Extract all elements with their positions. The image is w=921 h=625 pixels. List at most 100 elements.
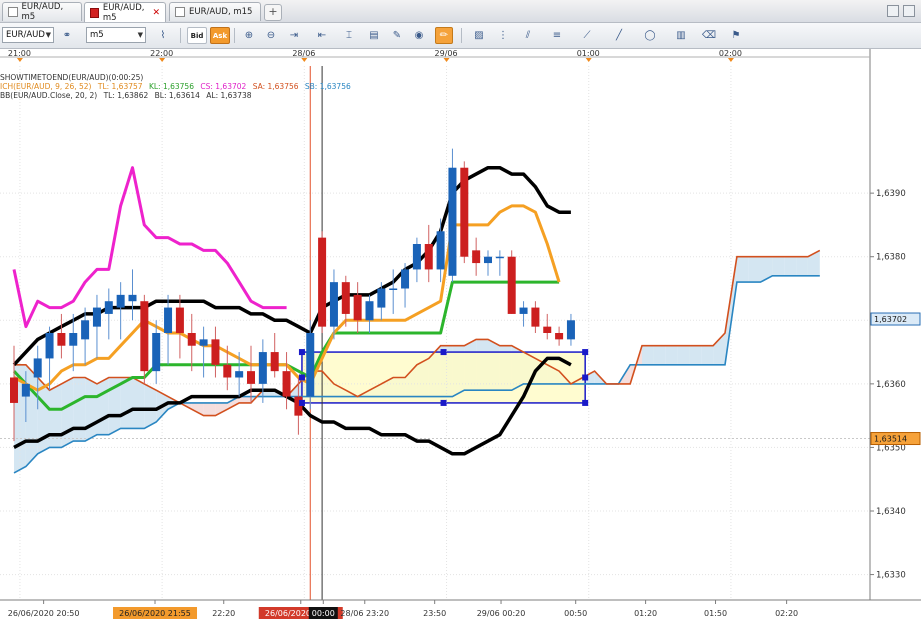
templates-icon[interactable]: ⚑ <box>727 27 745 44</box>
candle-body <box>460 167 469 257</box>
image-icon[interactable]: ▨ <box>470 27 488 44</box>
chart-tab-icon-red <box>90 7 99 18</box>
candle-body <box>472 250 481 264</box>
chart-tab-icon <box>175 7 185 17</box>
indicators-icon[interactable]: ▤ <box>365 27 383 44</box>
legend-line-3: BB(EUR/AUD.Close, 20, 2) TL: 1,63862 BL:… <box>0 91 256 100</box>
cloud-segment <box>772 256 785 276</box>
candle-body <box>377 288 386 308</box>
cloud-segment <box>203 402 216 416</box>
candle-body <box>424 244 433 270</box>
candle-body <box>57 333 66 346</box>
line-tool-icon[interactable]: ╱ <box>610 27 628 44</box>
candle-body <box>187 333 196 346</box>
toolbar-divider <box>461 28 462 43</box>
cloud-segment <box>132 377 145 429</box>
bottom-time-label: 01:50 <box>704 609 727 618</box>
price-tick-label: 1,6360 <box>876 380 906 390</box>
timeframe-value: m5 <box>90 30 104 40</box>
candle-body <box>92 307 101 327</box>
rectangle-handle <box>440 349 447 356</box>
cloud-segment <box>97 377 109 435</box>
legend-bb-name: BB(EUR/AUD.Close, 20, 2) <box>0 91 98 100</box>
tab-bar: EUR/AUD, m5 EUR/AUD, m5 ✕ EUR/AUD, m15 + <box>0 0 921 23</box>
eraser-icon[interactable]: ⌫ <box>700 27 718 44</box>
candle-body <box>555 333 564 340</box>
rectangle-handle <box>582 349 589 356</box>
price-tick-label: 1,6380 <box>876 253 906 263</box>
legend-showtime: SHOWTIMETOEND(EUR/AUD)(0:00:25) <box>0 73 144 82</box>
cloud-segment <box>61 377 74 448</box>
horizontal-lines-icon[interactable]: ≡ <box>548 27 566 44</box>
candle-body <box>507 256 516 314</box>
top-time-label: 02:00 <box>719 49 742 58</box>
top-time-marker <box>443 58 450 62</box>
chart-tab-icon <box>8 7 18 17</box>
add-tab-button[interactable]: + <box>264 4 282 21</box>
cloud-segment <box>49 383 62 448</box>
top-time-marker <box>159 58 166 62</box>
cloud-segment <box>701 345 714 365</box>
cloud-segment <box>642 345 654 365</box>
top-time-marker <box>727 58 734 62</box>
legend-bb-bl: BL: 1,63614 <box>154 91 200 100</box>
rectangle-handle <box>582 399 589 406</box>
tab-chart-2[interactable]: EUR/AUD, m5 ✕ <box>84 2 166 23</box>
legend-bb-tl: TL: 1,63862 <box>103 91 149 100</box>
top-time-label: 28/06 <box>292 49 315 58</box>
draw-tools-icon[interactable]: ✎ <box>388 27 406 44</box>
top-time-label: 21:00 <box>8 49 31 58</box>
candle-body <box>401 269 410 289</box>
cloud-segment <box>120 377 133 429</box>
globe-icon[interactable]: ◉ <box>410 27 428 44</box>
shapes-icon[interactable]: ◯ <box>641 27 659 44</box>
ask-button[interactable]: Ask <box>210 27 230 44</box>
auto-scroll-icon[interactable]: ⇥ <box>285 27 303 44</box>
candle-body <box>389 288 398 290</box>
labels-icon[interactable]: ▥ <box>672 27 690 44</box>
bottom-time-label: 00:00 <box>312 609 335 618</box>
bottom-time-label: 00:50 <box>564 609 587 618</box>
candle-body <box>10 377 18 403</box>
candle-body <box>448 167 457 276</box>
chart-style-icon[interactable]: ⌇ <box>154 27 172 44</box>
candle-body <box>531 307 540 327</box>
pencil-icon[interactable]: ✏ <box>435 27 453 44</box>
candle-body <box>104 301 113 314</box>
candle-body <box>294 396 303 416</box>
trend-tools-icon[interactable]: ⟋ <box>578 27 596 44</box>
candle-body <box>247 371 255 384</box>
timeframe-select[interactable]: m5 ▼ <box>86 27 146 43</box>
price-tick-label: 1,6330 <box>876 571 906 581</box>
symbol-select[interactable]: EUR/AUD ▼ <box>2 27 54 43</box>
zoom-in-icon[interactable]: ⊕ <box>240 27 258 44</box>
bid-button[interactable]: Bid <box>187 27 207 44</box>
cloud-segment <box>25 364 38 467</box>
cloud-segment <box>713 333 725 365</box>
period-separators-icon[interactable]: ⋮ <box>494 27 512 44</box>
zoom-out-icon[interactable]: ⊖ <box>262 27 280 44</box>
cloud-segment <box>85 377 97 442</box>
bottom-time-label: 22:20 <box>212 609 235 618</box>
fibonacci-icon[interactable]: ⫽ <box>519 27 537 44</box>
close-icon[interactable]: ✕ <box>152 8 160 18</box>
chart-type-icon[interactable]: ⚭ <box>58 27 76 44</box>
highlight-rectangle[interactable] <box>301 351 586 404</box>
rectangle-handle <box>298 399 305 406</box>
shift-chart-icon[interactable]: ⇤ <box>313 27 331 44</box>
candle-body <box>258 352 267 384</box>
bottom-time-label: 02:20 <box>775 609 798 618</box>
legend-ichimoku-cs: CS: 1,63702 <box>200 82 247 91</box>
candle-body <box>235 371 244 378</box>
candle-body <box>519 307 528 314</box>
rectangle-handle <box>298 374 305 381</box>
tab-chart-1[interactable]: EUR/AUD, m5 <box>2 2 82 22</box>
price-chart[interactable]: 1,63301,63401,63501,63601,63701,63801,63… <box>0 49 921 625</box>
crosshair-icon[interactable]: ⌶ <box>340 27 358 44</box>
tab-label: EUR/AUD, m5 <box>102 2 145 23</box>
candle-body <box>484 256 492 264</box>
tab-chart-3[interactable]: EUR/AUD, m15 <box>169 2 261 21</box>
maximize-window-icon[interactable] <box>903 5 915 17</box>
restore-window-icon[interactable] <box>887 5 899 17</box>
bollinger-upper-line <box>12 165 571 366</box>
